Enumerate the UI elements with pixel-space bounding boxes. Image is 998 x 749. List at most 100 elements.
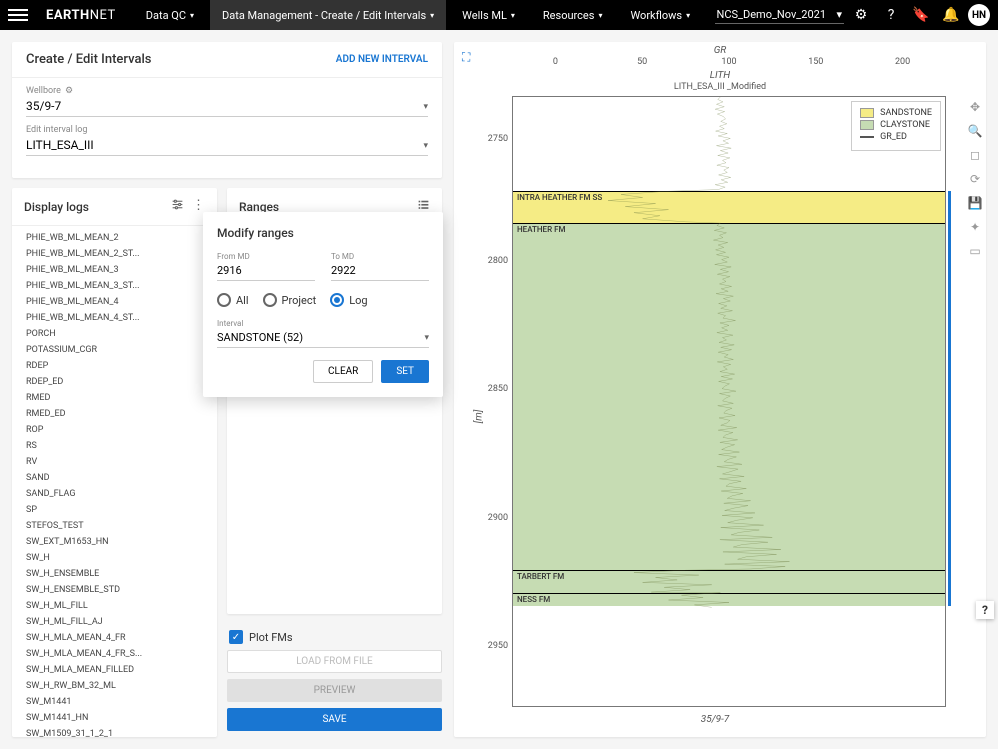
to-md-label: To MD bbox=[331, 252, 429, 261]
avatar[interactable]: HN bbox=[968, 4, 990, 26]
y-tick: 2850 bbox=[488, 384, 508, 394]
expand-icon[interactable]: ⛶ bbox=[462, 50, 470, 65]
log-item[interactable]: SW_M1441 bbox=[12, 694, 217, 710]
editlog-select[interactable] bbox=[26, 135, 428, 156]
scope-project-radio[interactable]: Project bbox=[263, 293, 317, 307]
nav-workflows[interactable]: Workflows▾ bbox=[618, 0, 702, 30]
gear-icon[interactable]: ⚙ bbox=[850, 4, 872, 26]
log-item[interactable]: SW_H_ML_FILL bbox=[12, 598, 217, 614]
set-button[interactable]: SET bbox=[381, 360, 429, 383]
log-item[interactable]: RMED_ED bbox=[12, 406, 217, 422]
create-edit-card: Create / Edit Intervals ADD NEW INTERVAL… bbox=[12, 42, 442, 178]
modify-ranges-popover: Modify ranges From MD To MD All P bbox=[203, 212, 443, 397]
log-item[interactable]: PHIE_WB_ML_MEAN_2 bbox=[12, 230, 217, 246]
x-tick: 100 bbox=[686, 57, 773, 67]
scope-log-radio[interactable]: Log bbox=[330, 293, 367, 307]
log-item[interactable]: PHIE_WB_ML_MEAN_2_ST... bbox=[12, 246, 217, 262]
log-item[interactable]: SP bbox=[12, 502, 217, 518]
menu-icon[interactable] bbox=[8, 5, 28, 25]
log-item[interactable]: SW_M1441_HN bbox=[12, 710, 217, 726]
log-item[interactable]: SW_H_ML_FILL_AJ bbox=[12, 614, 217, 630]
log-item[interactable]: SAND_FLAG bbox=[12, 486, 217, 502]
y-tick: 2950 bbox=[488, 641, 508, 651]
save-plot-icon[interactable]: 💾 bbox=[966, 194, 984, 212]
editlog-label: Edit interval log bbox=[26, 125, 428, 135]
bottom-controls: ✓ Plot FMs LOAD FROM FILE PREVIEW SAVE bbox=[227, 624, 442, 737]
wellbore-label: Wellbore ⚙ bbox=[26, 86, 428, 96]
chevron-down-icon[interactable]: ▾ bbox=[423, 141, 428, 151]
log-item[interactable]: ROP bbox=[12, 422, 217, 438]
plot-fms-checkbox[interactable]: ✓ bbox=[229, 630, 243, 644]
nav-data-qc[interactable]: Data QC▾ bbox=[134, 0, 206, 30]
log-item[interactable]: RDEP bbox=[12, 358, 217, 374]
nav-data-management[interactable]: Data Management - Create / Edit Interval… bbox=[210, 0, 446, 30]
plot-gr-title: GR bbox=[454, 44, 986, 57]
log-item[interactable]: SW_H_ENSEMBLE_STD bbox=[12, 582, 217, 598]
bell-icon[interactable]: 🔔 bbox=[940, 4, 962, 26]
add-new-interval-button[interactable]: ADD NEW INTERVAL bbox=[336, 54, 428, 65]
wellbore-gear-icon[interactable]: ⚙ bbox=[65, 86, 73, 96]
log-item[interactable]: PHIE_WB_ML_MEAN_3 bbox=[12, 262, 217, 278]
plot-mod-title: LITH_ESA_III _Modified bbox=[454, 82, 986, 94]
log-item[interactable]: POTASSIUM_CGR bbox=[12, 342, 217, 358]
log-item[interactable]: PHIE_WB_ML_MEAN_4_ST... bbox=[12, 310, 217, 326]
info-icon[interactable]: ▭ bbox=[966, 242, 984, 260]
plot-lith-title: LITH bbox=[454, 69, 986, 82]
nav-wells-ml[interactable]: Wells ML▾ bbox=[450, 0, 527, 30]
log-item[interactable]: SW_H_MLA_MEAN_4_FR bbox=[12, 630, 217, 646]
x-axis-label: 35/9-7 bbox=[701, 714, 729, 725]
log-item[interactable]: SW_H_MLA_MEAN_FILLED bbox=[12, 662, 217, 678]
log-plot: ⛶ GR 050100150200 LITH LITH_ESA_III _Mod… bbox=[454, 42, 986, 737]
wellbore-select[interactable] bbox=[26, 96, 428, 117]
tune-icon[interactable] bbox=[171, 198, 184, 215]
log-item[interactable]: RV bbox=[12, 454, 217, 470]
log-item[interactable]: RS bbox=[12, 438, 217, 454]
log-list: PHIE_WB_ML_MEAN_2PHIE_WB_ML_MEAN_2_ST...… bbox=[12, 226, 217, 737]
interval-label: Interval bbox=[217, 319, 429, 328]
floating-help-icon[interactable]: ? bbox=[976, 601, 994, 619]
display-logs-panel: Display logs ⋮ PHIE_WB_ML_MEAN_2PHIE_WB_… bbox=[12, 188, 217, 737]
log-item[interactable]: SW_H bbox=[12, 550, 217, 566]
log-item[interactable]: SW_H_ENSEMBLE bbox=[12, 566, 217, 582]
brand-logo: EARTHNET bbox=[46, 8, 116, 23]
log-item[interactable]: SAND bbox=[12, 470, 217, 486]
plot-toolbar: ✥ 🔍 ◻ ⟳ 💾 ✦ ▭ bbox=[966, 98, 984, 260]
y-tick: 2800 bbox=[488, 256, 508, 266]
preview-button: PREVIEW bbox=[227, 679, 442, 702]
from-md-input[interactable] bbox=[217, 261, 315, 281]
to-md-input[interactable] bbox=[331, 261, 429, 281]
pan-icon[interactable]: ✥ bbox=[966, 98, 984, 116]
plot-track[interactable]: NESS FMTARBERT FMHEATHER FMINTRA HEATHER… bbox=[512, 96, 946, 707]
y-tick: 2900 bbox=[488, 513, 508, 523]
box-select-icon[interactable]: ◻ bbox=[966, 146, 984, 164]
log-item[interactable]: SW_M1509_31_1_2_1 bbox=[12, 726, 217, 737]
log-item[interactable]: RMED bbox=[12, 390, 217, 406]
log-item[interactable]: SW_H_MLA_MEAN_4_FR_S... bbox=[12, 646, 217, 662]
log-item[interactable]: RDEP_ED bbox=[12, 374, 217, 390]
chevron-down-icon[interactable]: ▾ bbox=[424, 333, 429, 343]
refresh-icon[interactable]: ⟳ bbox=[966, 170, 984, 188]
zoom-icon[interactable]: 🔍 bbox=[966, 122, 984, 140]
y-axis-label: [m] bbox=[473, 409, 484, 423]
project-select[interactable]: NCS_Demo_Nov_2021 bbox=[715, 6, 845, 24]
clear-button[interactable]: CLEAR bbox=[313, 360, 373, 383]
log-item[interactable]: STEFOS_TEST bbox=[12, 518, 217, 534]
x-tick: 0 bbox=[512, 57, 599, 67]
interval-select[interactable] bbox=[217, 328, 429, 348]
nav-resources[interactable]: Resources▾ bbox=[531, 0, 615, 30]
log-item[interactable]: PHIE_WB_ML_MEAN_3_ST... bbox=[12, 278, 217, 294]
bookmark-icon[interactable]: 🔖 bbox=[910, 4, 932, 26]
load-from-file-button[interactable]: LOAD FROM FILE bbox=[227, 650, 442, 673]
log-item[interactable]: PHIE_WB_ML_MEAN_4 bbox=[12, 294, 217, 310]
log-item[interactable]: SW_H_RW_BM_32_ML bbox=[12, 678, 217, 694]
chevron-down-icon[interactable]: ▾ bbox=[423, 102, 428, 112]
from-md-label: From MD bbox=[217, 252, 315, 261]
log-item[interactable]: PORCH bbox=[12, 326, 217, 342]
save-button[interactable]: SAVE bbox=[227, 708, 442, 731]
log-item[interactable]: SW_EXT_M1653_HN bbox=[12, 534, 217, 550]
crosshair-icon[interactable]: ✦ bbox=[966, 218, 984, 236]
scope-all-radio[interactable]: All bbox=[217, 293, 249, 307]
display-logs-title: Display logs bbox=[24, 200, 89, 214]
plot-fms-label: Plot FMs bbox=[249, 631, 293, 644]
help-icon[interactable]: ? bbox=[880, 4, 902, 26]
